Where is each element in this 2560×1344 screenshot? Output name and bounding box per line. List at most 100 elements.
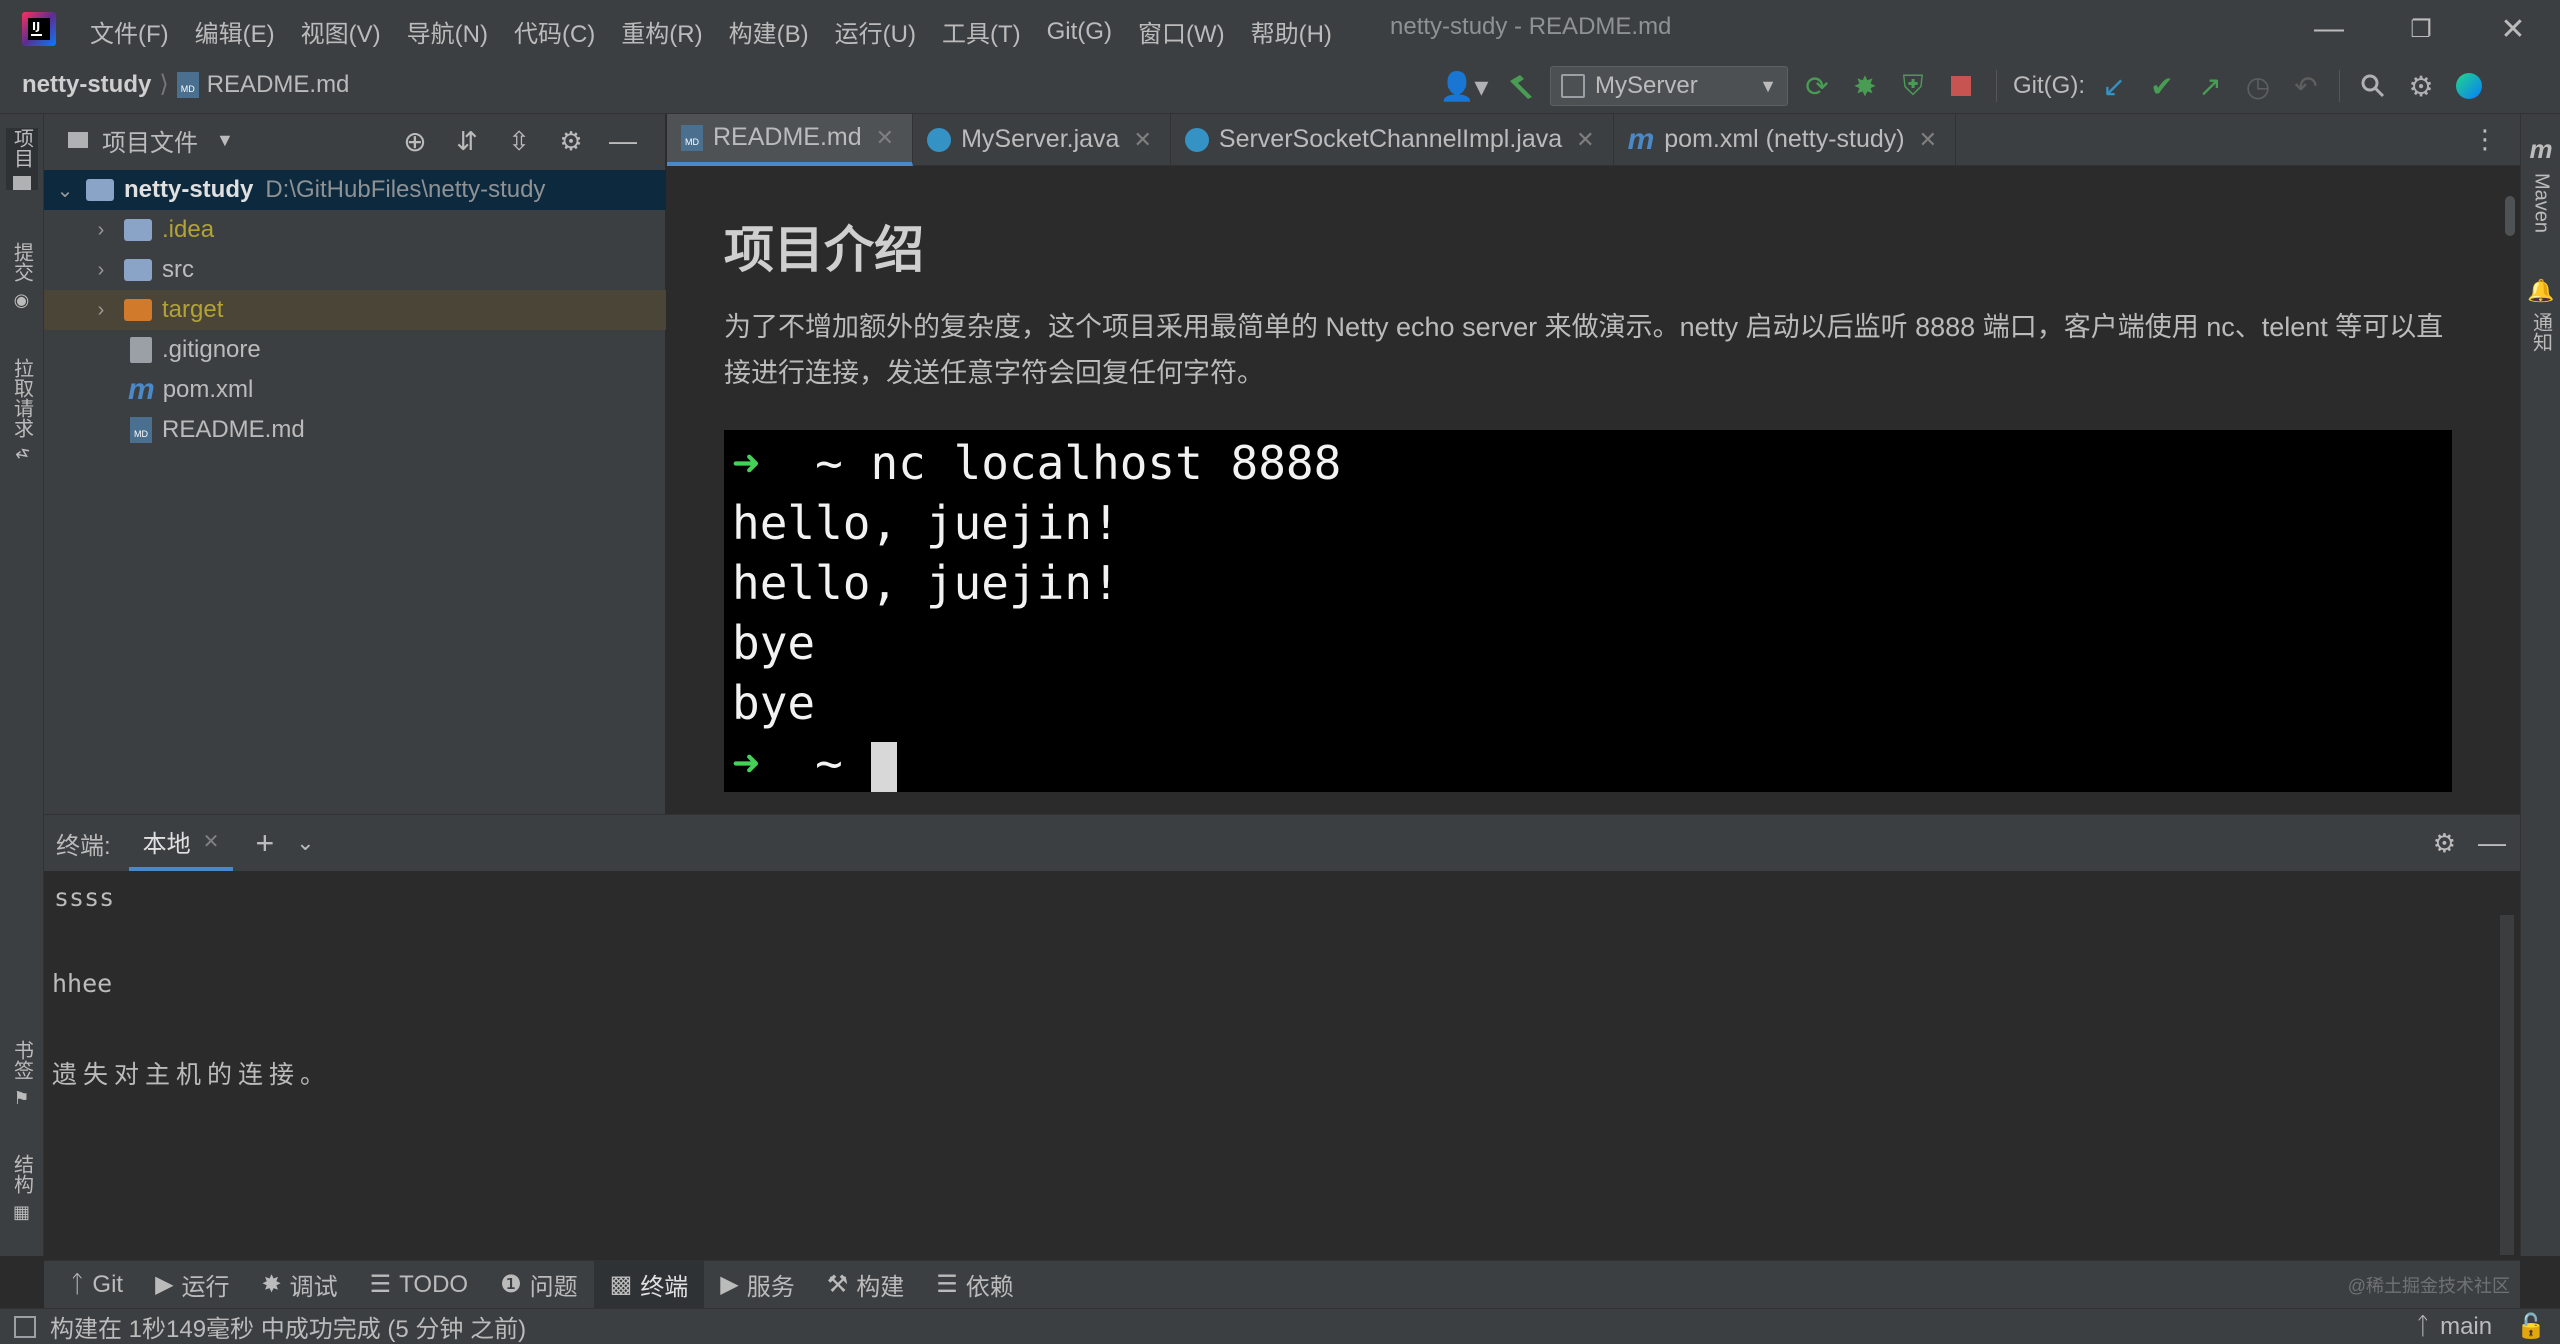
build-hammer-icon[interactable] [1502,67,1540,105]
status-message[interactable]: 构建在 1秒149毫秒 中成功完成 (5 分钟 之前) [50,1309,526,1344]
hide-panel-icon[interactable]: — [2478,827,2506,859]
menu-edit[interactable]: 编辑(E) [195,14,275,49]
chevron-down-icon[interactable]: ▼ [216,130,234,151]
menu-git[interactable]: Git(G) [1047,18,1112,46]
strip-bookmarks[interactable]: 书签 ⚑ [6,1040,38,1109]
tool-tab-build[interactable]: ⚒ 构建 [811,1261,921,1309]
strip-commit-label: 提交 [10,242,33,282]
menu-run[interactable]: 运行(U) [835,14,916,49]
coverage-icon[interactable]: ⛨ [1894,67,1932,105]
close-tab-icon[interactable]: ✕ [1576,127,1594,153]
tool-tab-git[interactable]: ᛏ Git [54,1261,139,1309]
strip-maven[interactable]: m Maven [2525,134,2557,233]
tab-pom[interactable]: m pom.xml (netty-study) ✕ [1614,113,1957,166]
menu-build[interactable]: 构建(B) [729,14,809,49]
tree-item-idea[interactable]: › .idea [44,210,666,250]
stop-icon[interactable] [1942,67,1980,105]
chevron-right-icon[interactable]: › [90,219,112,242]
tool-tab-todo[interactable]: ☰ TODO [354,1261,484,1309]
tool-tab-debug[interactable]: ✸ 调试 [246,1261,354,1309]
tab-myserver[interactable]: MyServer.java ✕ [913,113,1171,166]
settings-gear-icon[interactable]: ⚙ [2402,67,2440,105]
tab-serversocketchannelimpl[interactable]: ServerSocketChannelImpl.java ✕ [1171,113,1614,166]
tool-tab-run[interactable]: ▶ 运行 [139,1261,245,1309]
tree-item-readme[interactable]: MD README.md [44,410,666,450]
git-push-icon[interactable]: ↗ [2191,67,2229,105]
java-class-icon [927,127,952,152]
chevron-down-icon[interactable]: ⌄ [54,178,76,203]
close-window-icon[interactable]: ✕ [2472,0,2554,58]
strip-structure[interactable]: 结构 ▦ [6,1154,38,1223]
run-icon: ▶ [155,1271,174,1298]
chevron-right-icon[interactable]: › [90,299,112,322]
account-icon[interactable]: 👤▾ [1436,67,1492,105]
lock-icon[interactable]: 🔓 [2516,1312,2546,1341]
minimize-icon[interactable]: — [2288,0,2370,58]
search-icon[interactable] [2354,67,2392,105]
terminal-settings-icon[interactable]: ⚙ [2433,828,2456,859]
tool-tab-services[interactable]: ▶ 服务 [704,1261,810,1309]
tree-item-src[interactable]: › src [44,250,666,290]
breadcrumb-project[interactable]: netty-study [22,71,151,99]
menu-help[interactable]: 帮助(H) [1251,14,1332,49]
panel-settings-icon[interactable]: ⚙ [552,122,590,160]
app-logo-icon[interactable]: IJ [22,12,56,46]
history-icon[interactable]: ◷ [2239,67,2277,105]
menu-refactor[interactable]: 重构(R) [621,14,702,49]
tool-tab-dependencies[interactable]: ☰ 依赖 [920,1261,1030,1309]
strip-pull-requests[interactable]: 拉取请求 ↯ [6,358,38,461]
editor-scrollbar[interactable] [2505,196,2515,236]
tree-item-gitignore[interactable]: .gitignore [44,330,666,370]
rerun-icon[interactable]: ⟳ [1798,67,1836,105]
collapse-all-icon[interactable]: ⇳ [500,122,538,160]
menu-navigate[interactable]: 导航(N) [407,14,488,49]
project-view-title[interactable]: 项目文件 [102,123,198,158]
strip-project[interactable]: 项目 [6,128,38,190]
menu-file[interactable]: 文件(F) [90,14,169,49]
terminal-tab-label: 本地 [142,830,191,858]
git-update-icon[interactable]: ↙ [2095,67,2133,105]
markdown-preview: 项目介绍 为了不增加额外的复杂度，这个项目采用最简单的 Netty echo s… [667,166,2520,814]
folder-icon [124,259,152,281]
hide-panel-icon[interactable]: — [604,122,642,160]
menu-view[interactable]: 视图(V) [301,14,381,49]
rollback-icon[interactable]: ↶ [2287,67,2325,105]
tab-label: MyServer.java [961,125,1120,153]
chevron-down-icon[interactable]: ⌄ [296,830,314,856]
close-tab-icon[interactable]: ✕ [876,125,894,151]
chevron-right-icon[interactable]: › [90,259,112,282]
layout-toggle-icon[interactable] [14,1315,36,1338]
strip-notifications[interactable]: 🔔 通知 [2525,278,2557,352]
tree-item-target[interactable]: › target [44,290,666,330]
strip-pull-requests-label: 拉取请求 [10,358,33,438]
tool-tab-label: TODO [399,1270,469,1298]
restore-icon[interactable]: ❐ [2380,0,2462,58]
close-tab-icon[interactable]: ✕ [1919,127,1937,153]
menu-code[interactable]: 代码(C) [514,14,595,49]
tool-tab-problems[interactable]: ❶ 问题 [484,1261,594,1309]
terminal-tab-local[interactable]: 本地 ✕ [128,815,234,871]
strip-commit[interactable]: 提交 ◉ [6,242,38,311]
git-commit-icon[interactable]: ✔ [2143,67,2181,105]
add-terminal-icon[interactable]: + [255,825,274,862]
hammer-icon: ⚒ [826,1271,849,1298]
folder-icon [13,176,31,190]
more-options-icon[interactable]: ⋮ [2472,124,2498,155]
menu-window[interactable]: 窗口(W) [1138,14,1225,49]
git-branch[interactable]: main [2440,1313,2492,1341]
terminal-label: 终端: [56,832,111,860]
run-config-dropdown[interactable]: MyServer ▼ [1550,66,1788,106]
breadcrumb-file[interactable]: README.md [207,71,350,99]
expand-all-icon[interactable]: ⇵ [448,122,486,160]
ide-logo-icon[interactable] [2450,67,2488,105]
tab-readme[interactable]: MD README.md ✕ [667,113,914,166]
debug-icon[interactable]: ✸ [1846,67,1884,105]
tree-item-pom[interactable]: m pom.xml [44,370,666,410]
locate-icon[interactable]: ⊕ [396,122,434,160]
terminal-scrollbar[interactable] [2500,915,2514,1255]
close-tab-icon[interactable]: ✕ [1133,127,1151,153]
menu-tools[interactable]: 工具(T) [942,14,1021,49]
tree-root[interactable]: ⌄ netty-study D:\GitHubFiles\netty-study [44,170,666,210]
tool-tab-terminal[interactable]: ▩ 终端 [593,1260,705,1309]
close-tab-icon[interactable]: ✕ [203,829,220,854]
